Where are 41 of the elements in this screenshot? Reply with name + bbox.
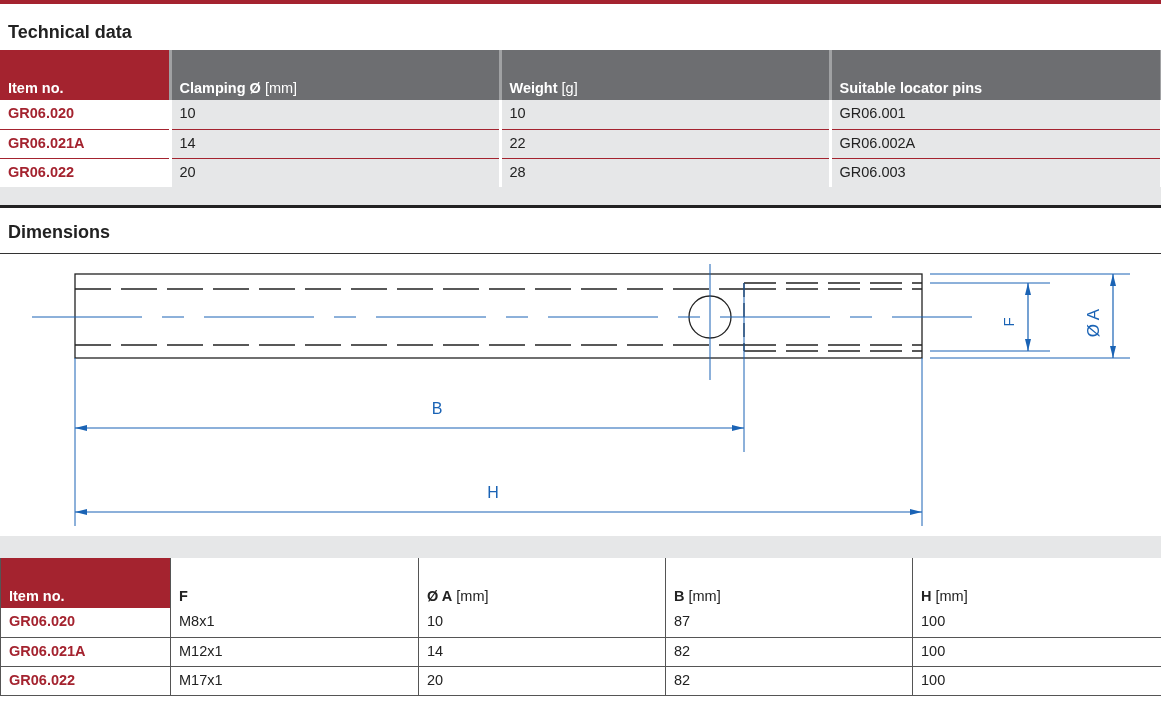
column-header: Weight [g] — [500, 50, 830, 100]
item-number: GR06.021A — [0, 129, 170, 158]
table-cell: 10 — [170, 100, 500, 129]
column-header: Ø A [mm] — [418, 558, 666, 608]
dimension-label: H — [487, 484, 499, 501]
column-header: Item no. — [0, 50, 170, 100]
dimension-label: Ø A — [1084, 308, 1103, 338]
table-cell: M8x1 — [170, 608, 419, 637]
table-cell: 20 — [418, 666, 666, 695]
table-cell: GR06.001 — [830, 100, 1161, 129]
item-number: GR06.022 — [0, 666, 171, 695]
table-cell: 28 — [500, 158, 830, 187]
column-header: F — [170, 558, 419, 608]
table-cell: 100 — [912, 666, 1161, 695]
item-number: GR06.020 — [0, 608, 171, 637]
section-title: Technical data — [7, 20, 133, 44]
table-cell: 20 — [170, 158, 500, 187]
table-cell: 22 — [500, 129, 830, 158]
table-cell: 10 — [500, 100, 830, 129]
table-cell: M17x1 — [170, 666, 419, 695]
table-cell: 14 — [418, 637, 666, 666]
table-cell: 100 — [912, 637, 1161, 666]
table-cell: 87 — [665, 608, 913, 637]
table-cell: GR06.002A — [830, 129, 1161, 158]
column-header: Item no. — [0, 558, 171, 608]
table-cell: GR06.003 — [830, 158, 1161, 187]
table-cell: 10 — [418, 608, 666, 637]
column-header: Clamping Ø [mm] — [170, 50, 500, 100]
dimension-label: F — [1000, 317, 1017, 327]
table-cell: 14 — [170, 129, 500, 158]
item-number: GR06.020 — [0, 100, 170, 129]
section-title: Dimensions — [7, 221, 112, 244]
column-header: Suitable locator pins — [830, 50, 1161, 100]
table-cell: 82 — [665, 637, 913, 666]
table-cell: M12x1 — [170, 637, 419, 666]
column-header: B [mm] — [665, 558, 913, 608]
dimension-arrow — [1025, 282, 1031, 352]
table-cell: 82 — [665, 666, 913, 695]
dimension-label: B — [431, 400, 443, 417]
item-number: GR06.021A — [0, 637, 171, 666]
table-cell: 100 — [912, 608, 1161, 637]
